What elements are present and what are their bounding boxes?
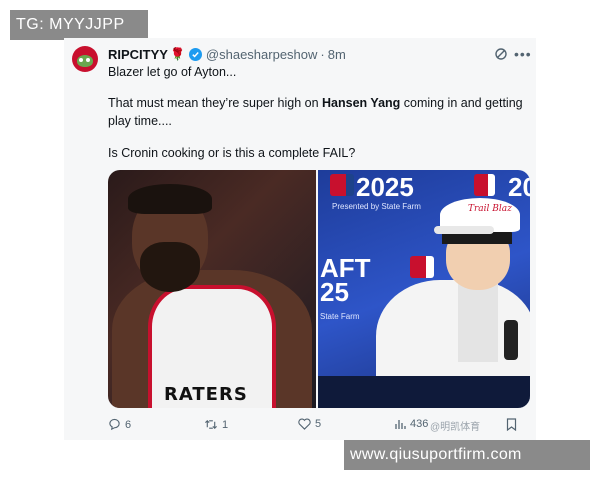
corner-year-text: 20 [508, 172, 530, 202]
reply-icon [109, 418, 120, 431]
tweet-card[interactable]: RIPCITYY 🌹 @shaesharpeshow · 8m ••• Blaz… [64, 38, 536, 440]
photo-hansen-yang[interactable]: 2025 Presented by State Farm 20 AFT 25 S… [318, 170, 530, 408]
reply-button[interactable]: 6 [108, 418, 131, 431]
heart-icon [298, 418, 311, 430]
player-name-bold: Hansen Yang [322, 96, 401, 110]
tweet-time[interactable]: 8m [328, 47, 346, 62]
tweet-line-1: Blazer let go of Ayton... [108, 65, 237, 79]
repost-count: 1 [222, 418, 229, 431]
tweet-line-2-pre: That must mean they’re super high on [108, 96, 323, 110]
avatar[interactable] [72, 46, 98, 72]
tweet-media[interactable]: RATERS 2025 Presented by State Farm 20 A… [108, 170, 530, 408]
cap-brim [434, 226, 494, 234]
draft-year-text: 2025 [356, 172, 414, 202]
sponsor-text-2: State Farm [320, 312, 360, 321]
verified-badge-icon [188, 47, 202, 61]
user-handle[interactable]: @shaesharpeshow [206, 47, 317, 62]
site-watermark: www.qiusuportfirm.com [344, 440, 590, 470]
nba-logo-icon [330, 174, 354, 196]
rose-emoji: 🌹 [169, 47, 185, 61]
display-name[interactable]: RIPCITYY [108, 47, 168, 62]
sponsor-text: Presented by State Farm [332, 202, 421, 211]
tweet-header: RIPCITYY 🌹 @shaesharpeshow · 8m [108, 46, 346, 62]
cap-text: Trail Blaz [468, 204, 512, 214]
avatar-eye [86, 58, 90, 62]
avatar-eye [79, 58, 83, 62]
tweet-line-3: Is Cronin cooking or is this a complete … [108, 146, 356, 160]
nba-logo-icon [410, 256, 434, 278]
microphone-icon [504, 320, 518, 360]
jersey-text: RATERS [164, 384, 248, 405]
repost-button[interactable]: 1 [204, 418, 228, 431]
tweet-line-2: That must mean they’re super high on Han… [108, 94, 538, 130]
reply-count: 6 [125, 418, 132, 431]
more-options-icon[interactable]: ••• [514, 46, 532, 62]
grok-icon[interactable] [494, 47, 508, 61]
podium-table [318, 376, 530, 408]
views-icon [395, 420, 406, 429]
nba-logo-icon [474, 174, 495, 196]
shirt [458, 282, 498, 362]
repost-icon [205, 419, 217, 430]
bookmark-icon [506, 418, 517, 431]
views-button[interactable]: 436 [394, 418, 428, 430]
photo-ayton[interactable]: RATERS [108, 170, 316, 408]
player-beard [140, 242, 200, 292]
source-watermark: @明凯体育 [430, 422, 481, 433]
like-button[interactable]: 5 [298, 418, 321, 430]
view-count: 436 [410, 418, 429, 430]
player-hair [128, 184, 212, 214]
header-separator: · [320, 46, 325, 62]
draft-side-text: AFT 25 [320, 253, 371, 307]
bookmark-button[interactable] [506, 418, 521, 431]
channel-watermark: TG: MYYJJPP [10, 10, 148, 40]
like-count: 5 [315, 418, 322, 430]
